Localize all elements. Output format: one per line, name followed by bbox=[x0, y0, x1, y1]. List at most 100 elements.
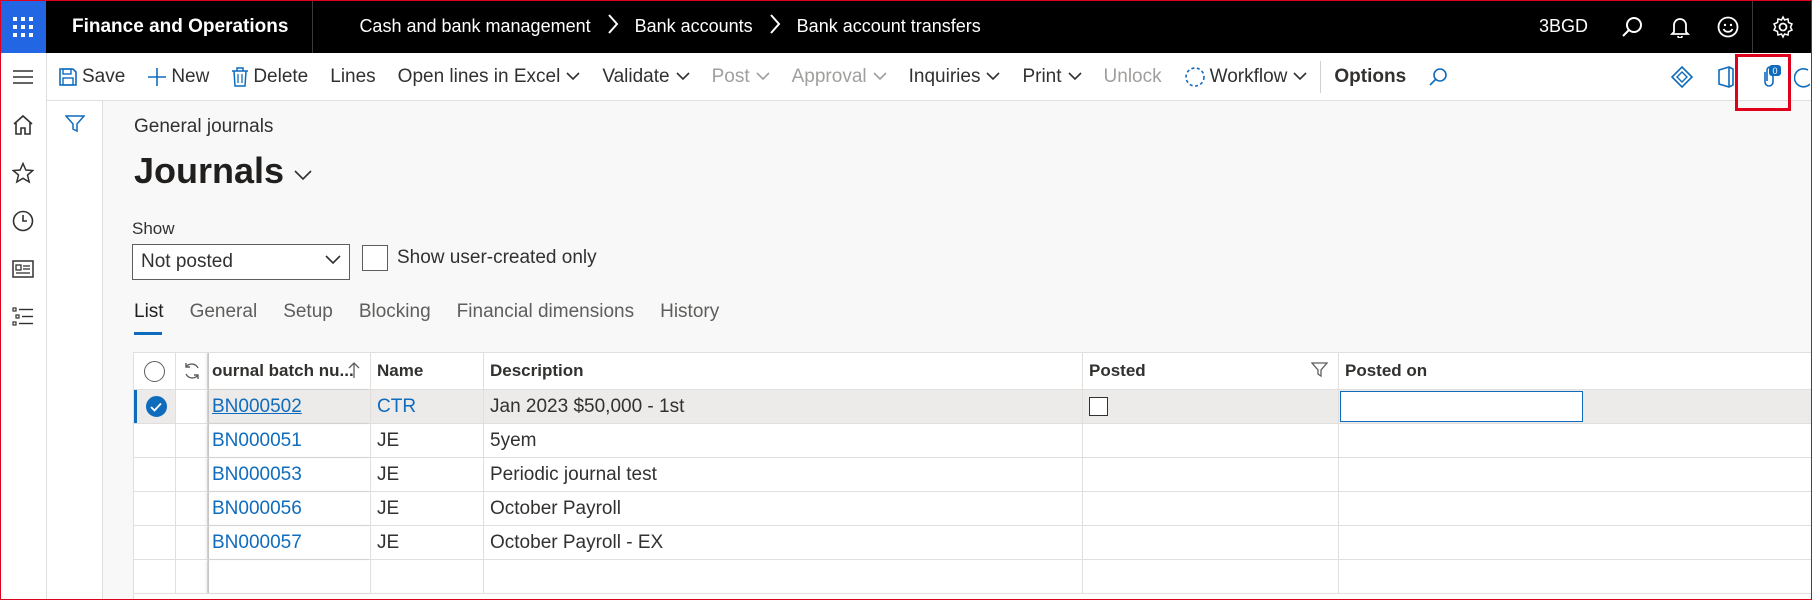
delete-button[interactable]: Delete bbox=[220, 53, 319, 101]
column-header-journal-batch[interactable]: ournal batch nu... bbox=[208, 353, 371, 389]
posted-on-cell[interactable] bbox=[1339, 424, 1585, 457]
workspace-icon[interactable] bbox=[0, 245, 46, 293]
filter-icon bbox=[1311, 362, 1328, 378]
journal-batch-link[interactable]: BN000057 bbox=[208, 526, 371, 559]
table-row[interactable]: BN000057 JE October Payroll - EX bbox=[134, 526, 1811, 560]
select-all-checkbox[interactable] bbox=[134, 353, 176, 389]
post-button[interactable]: Post bbox=[701, 53, 781, 101]
tab-list[interactable]: List bbox=[134, 301, 164, 335]
row-select[interactable] bbox=[134, 492, 176, 525]
inquiries-button[interactable]: Inquiries bbox=[898, 53, 1012, 101]
posted-cell[interactable] bbox=[1083, 526, 1339, 559]
table-row[interactable]: BN000051 JE 5yem bbox=[134, 424, 1811, 458]
attachment-icon[interactable]: 0 bbox=[1748, 53, 1792, 101]
save-button[interactable]: Save bbox=[47, 53, 136, 101]
table-row-partial bbox=[134, 560, 1811, 594]
new-button[interactable]: New bbox=[136, 53, 220, 101]
checkbox[interactable] bbox=[362, 245, 388, 271]
main-content: General journals Journals Show Not poste… bbox=[103, 101, 1812, 600]
posted-on-input[interactable] bbox=[1340, 391, 1583, 422]
posted-on-cell[interactable] bbox=[1339, 390, 1585, 423]
breadcrumb-item-cash-bank[interactable]: Cash and bank management bbox=[359, 16, 590, 37]
chevron-down-icon bbox=[676, 72, 690, 81]
plus-icon bbox=[147, 67, 167, 87]
app-name[interactable]: Finance and Operations bbox=[46, 0, 314, 53]
home-icon[interactable] bbox=[0, 101, 46, 149]
posted-cell[interactable] bbox=[1083, 390, 1339, 423]
validate-button[interactable]: Validate bbox=[591, 53, 700, 101]
clock-icon[interactable] bbox=[0, 197, 46, 245]
breadcrumb-item-bank-accounts[interactable]: Bank accounts bbox=[635, 16, 753, 37]
journal-name-cell[interactable]: JE bbox=[371, 492, 484, 525]
journal-batch-link[interactable]: BN000051 bbox=[208, 424, 371, 457]
approval-button[interactable]: Approval bbox=[781, 53, 898, 101]
tab-setup[interactable]: Setup bbox=[283, 301, 333, 335]
table-row[interactable]: BN000502 CTR Jan 2023 $50,000 - 1st bbox=[134, 390, 1811, 424]
tab-blocking[interactable]: Blocking bbox=[359, 301, 431, 335]
column-header-name[interactable]: Name bbox=[371, 353, 484, 389]
journal-batch-text: BN000056 bbox=[212, 497, 302, 519]
search-icon[interactable] bbox=[1608, 0, 1656, 53]
options-tab[interactable]: Options bbox=[1323, 53, 1417, 101]
description-cell[interactable]: 5yem bbox=[484, 424, 1083, 457]
posted-on-cell[interactable] bbox=[1339, 526, 1585, 559]
journal-batch-link[interactable]: BN000502 bbox=[208, 390, 371, 423]
star-icon[interactable] bbox=[0, 149, 46, 197]
tab-financial-dimensions[interactable]: Financial dimensions bbox=[457, 301, 634, 335]
open-lines-in-excel-button[interactable]: Open lines in Excel bbox=[387, 53, 592, 101]
top-navigation-bar: Finance and Operations Cash and bank man… bbox=[0, 0, 1812, 53]
table-row[interactable]: BN000056 JE October Payroll bbox=[134, 492, 1811, 526]
show-dropdown[interactable]: Not posted bbox=[132, 244, 350, 280]
journal-batch-link[interactable]: BN000053 bbox=[208, 458, 371, 491]
refresh-icon[interactable] bbox=[176, 353, 208, 389]
workflow-icon bbox=[1184, 66, 1206, 88]
row-select[interactable] bbox=[134, 390, 176, 423]
description-cell[interactable]: October Payroll - EX bbox=[484, 526, 1083, 559]
description-cell[interactable]: Periodic journal test bbox=[484, 458, 1083, 491]
posted-cell[interactable] bbox=[1083, 458, 1339, 491]
tab-general[interactable]: General bbox=[190, 301, 258, 335]
row-select[interactable] bbox=[134, 526, 176, 559]
page-title[interactable]: Journals bbox=[134, 150, 312, 192]
show-user-created-checkbox[interactable]: Show user-created only bbox=[362, 245, 597, 271]
lines-button[interactable]: Lines bbox=[319, 53, 386, 101]
description-cell[interactable]: Jan 2023 $50,000 - 1st bbox=[484, 390, 1083, 423]
journal-name-cell[interactable]: JE bbox=[371, 424, 484, 457]
column-header-posted[interactable]: Posted bbox=[1083, 353, 1339, 389]
filter-icon[interactable] bbox=[64, 115, 86, 138]
tab-history[interactable]: History bbox=[660, 301, 719, 335]
row-select[interactable] bbox=[134, 424, 176, 457]
journal-name-cell[interactable]: JE bbox=[371, 526, 484, 559]
print-button[interactable]: Print bbox=[1011, 53, 1092, 101]
unlock-button[interactable]: Unlock bbox=[1093, 53, 1173, 101]
office-icon[interactable] bbox=[1704, 53, 1748, 101]
row-select[interactable] bbox=[134, 458, 176, 491]
refresh-icon[interactable] bbox=[1792, 53, 1812, 101]
journal-name-link[interactable]: CTR bbox=[371, 390, 484, 423]
column-header-description[interactable]: Description bbox=[484, 353, 1083, 389]
posted-cell[interactable] bbox=[1083, 492, 1339, 525]
bell-icon[interactable] bbox=[1656, 0, 1704, 53]
action-search-icon[interactable] bbox=[1417, 53, 1459, 101]
posted-cell[interactable] bbox=[1083, 424, 1339, 457]
posted-on-cell[interactable] bbox=[1339, 458, 1585, 491]
smiley-icon[interactable] bbox=[1704, 0, 1752, 53]
posted-checkbox[interactable] bbox=[1089, 397, 1108, 416]
show-user-created-label: Show user-created only bbox=[397, 247, 597, 268]
posted-on-cell[interactable] bbox=[1339, 492, 1585, 525]
journal-batch-link[interactable]: BN000056 bbox=[208, 492, 371, 525]
table-row[interactable]: BN000053 JE Periodic journal test bbox=[134, 458, 1811, 492]
waffle-icon[interactable] bbox=[0, 0, 46, 53]
column-header-posted-on[interactable]: Posted on bbox=[1339, 353, 1585, 389]
description-cell[interactable]: October Payroll bbox=[484, 492, 1083, 525]
company-picker[interactable]: 3BGD bbox=[1539, 16, 1588, 37]
description-cell bbox=[484, 560, 1083, 593]
hamburger-icon[interactable] bbox=[0, 53, 46, 101]
power-apps-icon[interactable] bbox=[1660, 53, 1704, 101]
modules-icon[interactable] bbox=[0, 293, 46, 341]
breadcrumb-item-transfers[interactable]: Bank account transfers bbox=[797, 16, 981, 37]
workflow-button[interactable]: Workflow bbox=[1173, 53, 1319, 101]
journal-name-cell[interactable]: JE bbox=[371, 458, 484, 491]
column-header-label: ournal batch nu... bbox=[212, 361, 354, 380]
gear-icon[interactable] bbox=[1752, 0, 1812, 53]
